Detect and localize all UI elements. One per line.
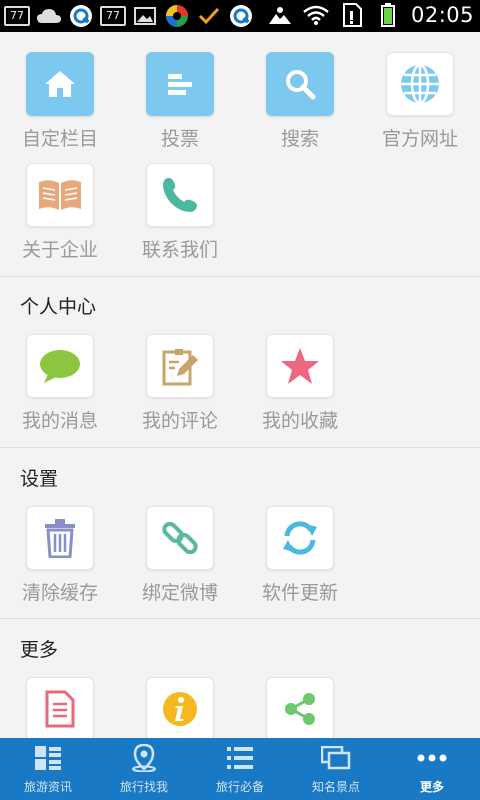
tile-vote[interactable]: 投票 <box>120 52 240 162</box>
tile-label: 清除缓存 <box>21 582 98 604</box>
tab-travel-news[interactable]: 旅游资讯 <box>0 738 96 800</box>
globe-icon <box>386 52 454 116</box>
bottom-tab-bar: 旅游资讯 旅行找我 旅行必备 知名景点 更多 <box>0 738 480 800</box>
status-time: 02:05 <box>410 3 474 27</box>
tab-famous-sights[interactable]: 知名景点 <box>288 738 384 800</box>
q-app-icon <box>228 4 254 28</box>
tile-label: 软件更新 <box>261 582 338 604</box>
tile-custom-columns[interactable]: 自定栏目 <box>0 52 120 162</box>
document-icon <box>26 677 94 738</box>
tile-official-site[interactable]: 官方网址 <box>360 52 480 162</box>
home-icon <box>26 52 94 116</box>
tile-label: 关于企业 <box>21 239 98 261</box>
book-icon <box>26 163 94 227</box>
tile-label: 联系我们 <box>141 239 218 261</box>
phone-icon <box>146 163 214 227</box>
refresh-icon <box>266 506 334 570</box>
tile-more-info[interactable] <box>120 677 240 738</box>
status-bar: 77 77 02:05 <box>0 0 480 32</box>
link-icon <box>146 506 214 570</box>
tile-software-update[interactable]: 软件更新 <box>240 506 360 616</box>
divider <box>0 276 480 277</box>
tile-my-messages[interactable]: 我的消息 <box>0 334 120 444</box>
chat-bubble-icon <box>26 334 94 398</box>
tile-search[interactable]: 搜索 <box>240 52 360 162</box>
checkmark-icon <box>196 4 222 28</box>
tile-label: 搜索 <box>280 128 319 150</box>
tab-label: 旅游资讯 <box>23 780 72 794</box>
tile-label: 我的消息 <box>21 410 98 432</box>
tab-label: 旅行找我 <box>119 780 168 794</box>
status-system: 02:05 <box>267 3 474 27</box>
photo-icon <box>267 3 293 27</box>
edit-note-icon <box>146 334 214 398</box>
location-pin-icon <box>96 744 192 772</box>
sync-app-icon <box>164 4 190 28</box>
section-title-settings: 设置 <box>20 468 59 490</box>
tile-label: 官方网址 <box>381 128 458 150</box>
tile-contact-us[interactable]: 联系我们 <box>120 163 240 273</box>
q-app-icon <box>68 4 94 28</box>
tile-label: 投票 <box>160 128 199 150</box>
list-icon <box>192 744 288 772</box>
section-title-personal: 个人中心 <box>20 296 97 318</box>
tab-more[interactable]: 更多 <box>384 738 480 800</box>
tab-travel-essentials[interactable]: 旅行必备 <box>192 738 288 800</box>
tab-label: 知名景点 <box>311 780 360 794</box>
tile-about-company[interactable]: 关于企业 <box>0 163 120 273</box>
share-icon <box>266 677 334 738</box>
tile-my-favorites[interactable]: 我的收藏 <box>240 334 360 444</box>
notification-number-icon: 77 <box>100 6 126 26</box>
search-icon <box>266 52 334 116</box>
sim-icon <box>339 3 365 27</box>
star-icon <box>266 334 334 398</box>
status-notifications: 77 77 <box>4 4 254 28</box>
tab-travel-find-me[interactable]: 旅行找我 <box>96 738 192 800</box>
more-page-content: 自定栏目 投票 搜索 官方网址 关于企业 联系我们 个人中心 我的消息 我的评论… <box>0 32 480 738</box>
wifi-icon <box>303 3 329 27</box>
image-icon <box>132 4 158 28</box>
notification-number-icon: 77 <box>4 6 30 26</box>
tile-label: 我的评论 <box>141 410 218 432</box>
tile-clear-cache[interactable]: 清除缓存 <box>0 506 120 616</box>
divider <box>0 618 480 619</box>
more-dots-icon <box>384 744 480 772</box>
bar-list-icon <box>146 52 214 116</box>
tab-label: 更多 <box>419 780 444 794</box>
battery-icon <box>375 3 401 27</box>
divider <box>0 447 480 448</box>
cloud-icon <box>36 4 62 28</box>
windows-icon <box>288 744 384 772</box>
tile-label: 绑定微博 <box>141 582 218 604</box>
tile-more-document[interactable] <box>0 677 120 738</box>
grid-list-icon <box>0 744 96 772</box>
tile-more-share[interactable] <box>240 677 360 738</box>
tile-my-comments[interactable]: 我的评论 <box>120 334 240 444</box>
tile-label: 我的收藏 <box>261 410 338 432</box>
tile-label: 自定栏目 <box>21 128 98 150</box>
section-title-more: 更多 <box>20 639 59 661</box>
trash-icon <box>26 506 94 570</box>
info-icon <box>146 677 214 738</box>
tab-label: 旅行必备 <box>215 780 264 794</box>
tile-bind-weibo[interactable]: 绑定微博 <box>120 506 240 616</box>
